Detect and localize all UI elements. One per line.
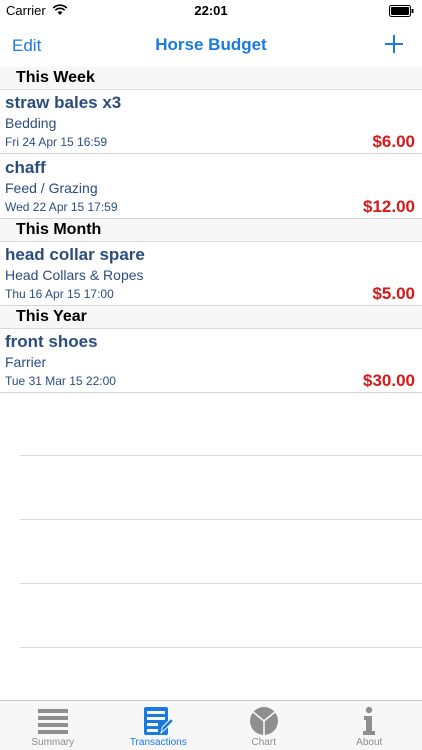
- transaction-date: Fri 24 Apr 15 16:59: [5, 135, 108, 149]
- tab-summary[interactable]: Summary: [0, 701, 106, 750]
- list-icon: [37, 709, 68, 734]
- transaction-category: Bedding: [5, 115, 57, 131]
- transaction-category: Farrier: [5, 354, 47, 370]
- section-title: This Year: [16, 308, 87, 325]
- transaction-amount: $6.00: [372, 132, 415, 151]
- section-header-this-week: This Week: [0, 67, 422, 90]
- tab-label: Chart: [251, 737, 276, 748]
- transaction-date: Wed 22 Apr 15 17:59: [5, 200, 118, 214]
- section-header-this-month: This Month: [0, 219, 422, 242]
- tab-label: Summary: [31, 737, 75, 748]
- transaction-date: Tue 31 Mar 15 22:00: [5, 374, 116, 388]
- tab-about[interactable]: About: [317, 701, 422, 750]
- row-separator: [20, 647, 422, 648]
- info-icon: [363, 706, 376, 735]
- section-title: This Week: [16, 69, 95, 86]
- transaction-category: Feed / Grazing: [5, 180, 98, 196]
- tab-label: About: [356, 737, 383, 748]
- tab-label: Transactions: [129, 737, 187, 748]
- navigation-bar: Edit Horse Budget: [0, 22, 422, 66]
- transaction-amount: $5.00: [372, 284, 415, 303]
- transaction-row[interactable]: chaff Feed / Grazing Wed 22 Apr 15 17:59…: [0, 155, 422, 219]
- battery-icon: [389, 5, 414, 17]
- transaction-title: straw bales x3: [5, 93, 122, 112]
- transaction-amount: $12.00: [363, 197, 415, 216]
- transaction-row[interactable]: straw bales x3 Bedding Fri 24 Apr 15 16:…: [0, 90, 422, 154]
- status-bar: Carrier 22:01: [0, 0, 422, 22]
- tab-transactions[interactable]: Transactions: [106, 701, 212, 750]
- transaction-row[interactable]: front shoes Farrier Tue 31 Mar 15 22:00 …: [0, 329, 422, 393]
- pie-chart-icon: [249, 707, 278, 735]
- tab-chart[interactable]: Chart: [211, 701, 317, 750]
- status-time: 22:01: [194, 3, 228, 18]
- tab-bar: Summary Transactions Chart About: [0, 700, 422, 750]
- transaction-category: Head Collars & Ropes: [5, 267, 144, 283]
- row-separator: [20, 583, 422, 584]
- add-icon[interactable]: [384, 34, 404, 54]
- transaction-date: Thu 16 Apr 15 17:00: [5, 287, 114, 301]
- page-title: Horse Budget: [155, 35, 267, 54]
- transaction-row[interactable]: head collar spare Head Collars & Ropes T…: [0, 242, 422, 306]
- transaction-amount: $30.00: [363, 371, 415, 390]
- transaction-title: head collar spare: [5, 245, 145, 264]
- section-header-this-year: This Year: [0, 306, 422, 329]
- section-title: This Month: [16, 221, 102, 238]
- transaction-title: chaff: [5, 158, 46, 177]
- transaction-title: front shoes: [5, 332, 98, 351]
- row-separator: [20, 519, 422, 520]
- row-separator: [20, 455, 422, 456]
- transactions-icon: [144, 707, 175, 735]
